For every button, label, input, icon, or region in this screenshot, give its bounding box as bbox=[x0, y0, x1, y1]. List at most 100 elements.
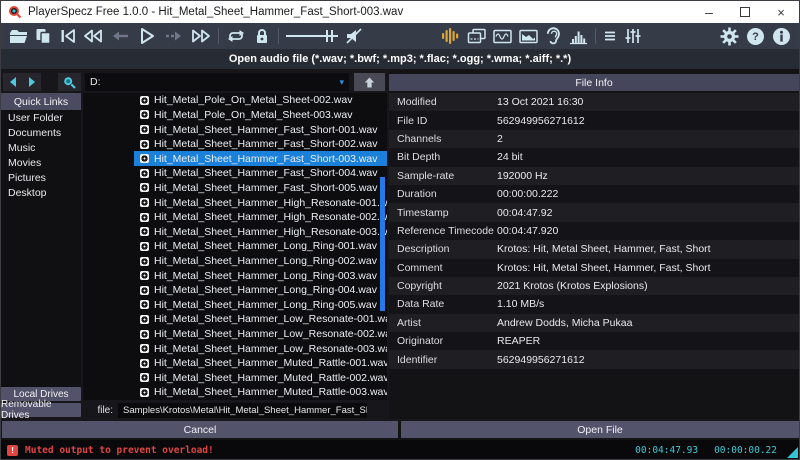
app-window: PlayerSpecz Free 1.0.0 - Hit_Metal_Sheet… bbox=[0, 0, 800, 460]
file-path-field[interactable]: Samples\Krotos\Metal\Hit_Metal_Sheet_Ham… bbox=[118, 403, 367, 418]
audio-file-icon bbox=[140, 227, 149, 236]
file-row[interactable]: Hit_Metal_Pole_On_Metal_Sheet-002.wav bbox=[83, 93, 387, 108]
play-icon[interactable] bbox=[137, 26, 157, 46]
layered-views-icon[interactable] bbox=[467, 28, 486, 45]
file-row[interactable]: Hit_Metal_Sheet_Hammer_Fast_Short-001.wa… bbox=[83, 122, 387, 137]
info-value: Krotos: Hit, Metal Sheet, Hammer, Fast, … bbox=[497, 243, 799, 255]
transport-group bbox=[9, 26, 363, 46]
scrollbar-thumb[interactable] bbox=[380, 177, 385, 311]
info-value: 13 Oct 2021 16:30 bbox=[497, 96, 799, 108]
maximize-button[interactable] bbox=[727, 1, 763, 23]
file-row[interactable]: Hit_Metal_Sheet_Hammer_Low_Resonate-003.… bbox=[83, 341, 387, 356]
file-row[interactable]: Hit_Metal_Sheet_Hammer_Long_Ring-005.wav bbox=[83, 298, 387, 313]
title-bar[interactable]: PlayerSpecz Free 1.0.0 - Hit_Metal_Sheet… bbox=[1, 1, 799, 23]
file-row[interactable]: Hit_Metal_Sheet_Hammer_Low_Resonate-002.… bbox=[83, 327, 387, 342]
nav-back-button[interactable] bbox=[3, 73, 22, 91]
file-row[interactable]: Hit_Metal_Pole_On_Metal_Sheet-003.wav bbox=[83, 108, 387, 123]
arrow-up-icon bbox=[363, 76, 376, 89]
window-title: PlayerSpecz Free 1.0.0 - Hit_Metal_Sheet… bbox=[28, 6, 403, 18]
file-row[interactable]: Hit_Metal_Sheet_Hammer_High_Resonate-003… bbox=[83, 224, 387, 239]
info-label: Bit Depth bbox=[397, 151, 497, 163]
removable-drives-button[interactable]: Removable Drives bbox=[1, 403, 81, 417]
up-directory-button[interactable] bbox=[354, 73, 385, 91]
copy-info-icon[interactable] bbox=[35, 28, 52, 45]
view-group bbox=[441, 27, 642, 45]
lock-icon[interactable] bbox=[253, 27, 271, 45]
settings-gear-icon[interactable] bbox=[720, 27, 739, 46]
file-list: Hit_Metal_Pole_On_Metal_Sheet-002.wav Hi… bbox=[83, 93, 387, 400]
sidebar-item[interactable]: Documents bbox=[1, 125, 81, 140]
step-forward-icon[interactable] bbox=[164, 27, 184, 45]
audio-file-icon bbox=[140, 271, 149, 280]
file-row[interactable]: Hit_Metal_Sheet_Hammer_Long_Ring-001.wav bbox=[83, 239, 387, 254]
window-controls: – × bbox=[691, 1, 799, 23]
audio-file-icon bbox=[140, 257, 149, 266]
toolbar-separator bbox=[278, 28, 279, 44]
mute-icon[interactable] bbox=[345, 27, 363, 45]
timecode-total: 00:04:47.93 bbox=[635, 445, 698, 456]
sidebar-item[interactable]: Desktop bbox=[1, 185, 81, 200]
fast-forward-icon[interactable] bbox=[191, 27, 211, 45]
step-back-icon[interactable] bbox=[110, 27, 130, 45]
mixer-icon[interactable] bbox=[624, 27, 642, 45]
drive-select[interactable]: D: ▾ bbox=[85, 73, 349, 91]
info-label: Duration bbox=[397, 188, 497, 200]
file-row[interactable]: Hit_Metal_Sheet_Hammer_High_Resonate-002… bbox=[83, 210, 387, 225]
quick-links-list: User Folder Documents Music Movies Pictu… bbox=[1, 110, 81, 200]
resize-grip[interactable] bbox=[787, 447, 798, 458]
file-name: Hit_Metal_Sheet_Hammer_Fast_Short-005.wa… bbox=[154, 182, 378, 194]
spectrum-view-icon[interactable] bbox=[519, 28, 538, 45]
toolbar-separator bbox=[595, 28, 596, 44]
open-file-button[interactable]: Open File bbox=[401, 421, 799, 438]
file-row[interactable]: Hit_Metal_Sheet_Hammer_Muted_Rattle-002.… bbox=[83, 371, 387, 386]
listen-ear-icon[interactable] bbox=[545, 27, 562, 45]
nav-forward-button[interactable] bbox=[22, 73, 41, 91]
info-icon[interactable] bbox=[772, 27, 791, 46]
rewind-icon[interactable] bbox=[83, 27, 103, 45]
histogram-icon[interactable] bbox=[569, 28, 588, 45]
search-button[interactable] bbox=[58, 73, 81, 91]
info-value: 00:00:00.222 bbox=[497, 188, 799, 200]
sidebar-item[interactable]: Pictures bbox=[1, 170, 81, 185]
cancel-button[interactable]: Cancel bbox=[2, 421, 398, 438]
maximize-icon bbox=[740, 7, 750, 17]
file-row[interactable]: Hit_Metal_Sheet_Hammer_Long_Ring-002.wav bbox=[83, 254, 387, 269]
quick-links-header: Quick Links bbox=[1, 93, 81, 110]
loop-icon[interactable] bbox=[226, 27, 246, 45]
audio-file-icon bbox=[140, 154, 149, 163]
file-row[interactable]: Hit_Metal_Sheet_Hammer_Fast_Short-002.wa… bbox=[83, 137, 387, 152]
file-row[interactable]: Hit_Metal_Sheet_Hammer_Fast_Short-004.wa… bbox=[83, 166, 387, 181]
file-name: Hit_Metal_Sheet_Hammer_Fast_Short-002.wa… bbox=[154, 138, 378, 150]
file-name: Hit_Metal_Sheet_Hammer_Long_Ring-001.wav bbox=[154, 240, 377, 252]
file-row[interactable]: Hit_Metal_Sheet_Hammer_Fast_Short-005.wa… bbox=[83, 181, 387, 196]
file-row[interactable]: Hit_Metal_Sheet_Hammer_Muted_Rattle-001.… bbox=[83, 356, 387, 371]
sidebar-item[interactable]: Movies bbox=[1, 155, 81, 170]
sidebar-item[interactable]: User Folder bbox=[1, 110, 81, 125]
svg-text:?: ? bbox=[752, 31, 759, 43]
skip-start-icon[interactable] bbox=[59, 27, 76, 45]
waveform-icon[interactable] bbox=[441, 27, 460, 45]
audio-file-icon bbox=[140, 110, 149, 119]
volume-handle[interactable] bbox=[326, 30, 333, 42]
file-row[interactable]: Hit_Metal_Sheet_Hammer_Fast_Short-003.wa… bbox=[83, 151, 387, 166]
toolbar: ? bbox=[1, 23, 799, 49]
file-row[interactable]: Hit_Metal_Sheet_Hammer_Long_Ring-004.wav bbox=[83, 283, 387, 298]
volume-slider[interactable] bbox=[286, 27, 338, 45]
file-row[interactable]: Hit_Metal_Sheet_Hammer_Muted_Rattle-003.… bbox=[83, 385, 387, 400]
file-info-row: Artist Andrew Dodds, Micha Pukaa bbox=[389, 314, 799, 332]
file-row[interactable]: Hit_Metal_Sheet_Hammer_Low_Resonate-001.… bbox=[83, 312, 387, 327]
list-view-icon[interactable] bbox=[603, 29, 617, 43]
file-row[interactable]: Hit_Metal_Sheet_Hammer_High_Resonate-001… bbox=[83, 195, 387, 210]
open-file-icon[interactable] bbox=[9, 28, 28, 44]
search-icon bbox=[62, 75, 77, 90]
app-logo-icon bbox=[8, 5, 22, 19]
audio-file-icon bbox=[140, 242, 149, 251]
file-row[interactable]: Hit_Metal_Sheet_Hammer_Long_Ring-003.wav bbox=[83, 268, 387, 283]
minimize-button[interactable]: – bbox=[691, 1, 727, 23]
close-button[interactable]: × bbox=[763, 1, 799, 23]
help-icon[interactable]: ? bbox=[746, 27, 765, 46]
info-value: 2 bbox=[497, 133, 799, 145]
wave-view-icon[interactable] bbox=[493, 28, 512, 45]
sidebar-item[interactable]: Music bbox=[1, 140, 81, 155]
info-value: 562949956271612 bbox=[497, 354, 799, 366]
